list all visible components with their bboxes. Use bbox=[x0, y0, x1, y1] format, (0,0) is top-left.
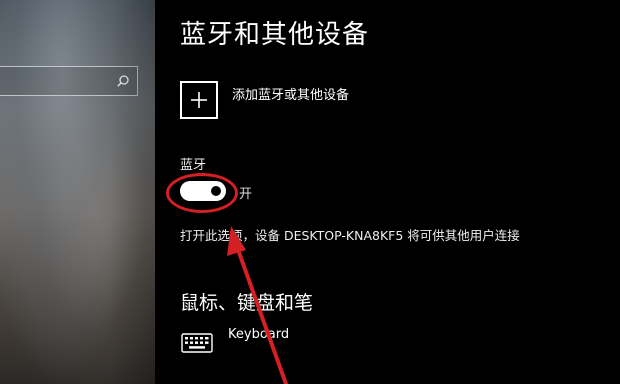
toggle-knob bbox=[211, 186, 221, 196]
add-device-button[interactable] bbox=[180, 81, 218, 119]
left-sidebar bbox=[0, 0, 155, 384]
keyboard-device-item[interactable]: Keyboard bbox=[228, 327, 289, 342]
section-title-mouse-keyboard-pen: 鼠标、键盘和笔 bbox=[180, 292, 314, 314]
search-icon[interactable] bbox=[116, 74, 130, 88]
settings-window: 蓝牙和其他设备 添加蓝牙或其他设备 蓝牙 开 打开此选项，设备 DESKTOP-… bbox=[0, 0, 620, 384]
plus-icon bbox=[191, 92, 207, 108]
page-title: 蓝牙和其他设备 bbox=[180, 20, 370, 50]
bluetooth-toggle-state: 开 bbox=[239, 187, 253, 202]
bluetooth-description: 打开此选项，设备 DESKTOP-KNA8KF5 将可供其他用户连接 bbox=[180, 228, 520, 243]
bluetooth-label: 蓝牙 bbox=[180, 158, 207, 173]
search-input[interactable] bbox=[0, 66, 138, 96]
keyboard-icon bbox=[181, 333, 213, 353]
add-device-label[interactable]: 添加蓝牙或其他设备 bbox=[232, 84, 349, 103]
bluetooth-toggle[interactable] bbox=[180, 181, 226, 201]
